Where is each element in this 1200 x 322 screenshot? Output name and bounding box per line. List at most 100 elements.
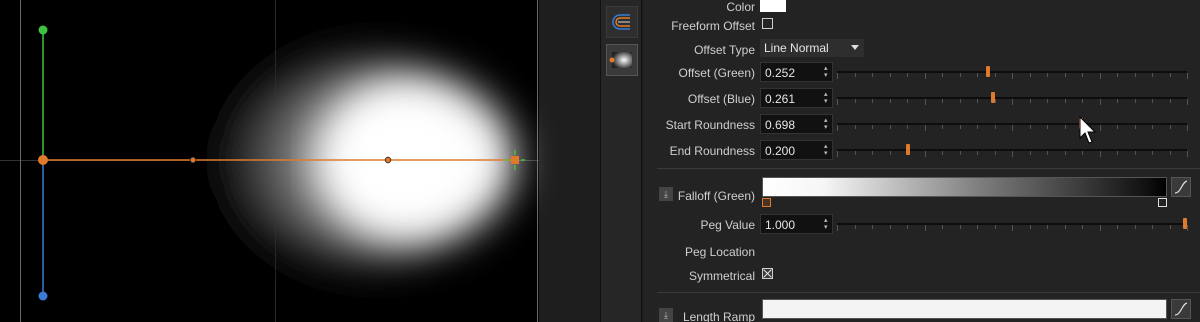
slider-tick <box>907 225 908 229</box>
offset-green-label: Offset (Green) <box>678 66 755 80</box>
slider-thumb[interactable] <box>1183 218 1187 229</box>
slider-tick <box>1170 125 1171 129</box>
slider-tick <box>1100 151 1101 157</box>
slider-thumb[interactable] <box>906 144 910 155</box>
end-point-handle[interactable] <box>511 156 519 164</box>
slider-tick <box>1012 125 1013 131</box>
peg-value-value: 1.000 <box>765 218 796 232</box>
slider-tick <box>1187 73 1188 79</box>
spinner-icon[interactable]: ▴ ▾ <box>824 117 828 131</box>
mouse-cursor-icon <box>1079 116 1097 144</box>
start-roundness-field[interactable]: 0.698 ▴ ▾ <box>760 114 833 134</box>
properties-panel: Color Freeform Offset Offset Type Line N… <box>643 0 1200 322</box>
freeform-offset-checkbox[interactable] <box>762 18 773 29</box>
blue-axis-handle[interactable] <box>38 291 48 301</box>
slider-tick <box>1152 99 1153 103</box>
slider-tick <box>1170 73 1171 77</box>
end-roundness-handle[interactable] <box>384 156 392 164</box>
slider-tick <box>837 151 838 157</box>
offset-green-slider[interactable] <box>837 66 1188 79</box>
slider-tick <box>1170 225 1171 229</box>
slider-tick <box>1030 125 1031 129</box>
curve-icon <box>1174 302 1188 316</box>
slider-tick <box>925 225 926 231</box>
end-roundness-slider[interactable] <box>837 144 1188 157</box>
slider-tick <box>1187 125 1188 131</box>
viewer-canvas[interactable] <box>0 0 600 322</box>
symmetrical-checkbox[interactable] <box>762 268 773 279</box>
slider-tick <box>1152 151 1153 155</box>
length-ramp-bar[interactable] <box>762 299 1167 319</box>
slider-tick <box>1065 73 1066 77</box>
offset-type-value: Line Normal <box>764 41 829 55</box>
slider-tick <box>1100 225 1101 231</box>
shape-tool-button[interactable] <box>606 6 638 38</box>
origin-handle[interactable] <box>38 155 48 165</box>
slider-tick <box>977 99 978 103</box>
gradient-tool-button[interactable] <box>606 44 638 76</box>
slider-tick <box>942 125 943 129</box>
peg-value-field[interactable]: 1.000 ▴ ▾ <box>760 214 833 234</box>
offset-blue-slider[interactable] <box>837 92 1188 105</box>
slider-tick <box>1012 225 1013 231</box>
peg-location-row: Peg Location <box>643 241 1200 263</box>
start-roundness-label: Start Roundness <box>665 118 755 132</box>
start-roundness-value: 0.698 <box>765 118 796 132</box>
slider-thumb[interactable] <box>991 92 995 103</box>
spinner-icon[interactable]: ▴ ▾ <box>824 143 828 157</box>
falloff-green-label: Falloff (Green) <box>677 189 755 203</box>
green-axis-handle[interactable] <box>38 25 48 35</box>
slider-tick <box>1152 225 1153 229</box>
start-roundness-slider[interactable] <box>837 118 1188 131</box>
slider-tick <box>1065 99 1066 103</box>
slider-tick <box>837 73 838 79</box>
slider-tick <box>1135 125 1136 129</box>
slider-tick <box>1170 151 1171 155</box>
offset-green-field[interactable]: 0.252 ▴ ▾ <box>760 62 833 82</box>
slider-tick <box>1065 151 1066 155</box>
slider-tick <box>1135 73 1136 77</box>
shape-tool-icon <box>612 14 630 30</box>
slider-thumb[interactable] <box>986 66 990 77</box>
slider-tick <box>1047 125 1048 129</box>
color-swatch[interactable] <box>760 0 786 12</box>
slider-tick <box>925 125 926 131</box>
slider-tick <box>1100 99 1101 105</box>
offset-type-dropdown[interactable]: Line Normal <box>760 39 864 57</box>
slider-tick <box>960 99 961 103</box>
falloff-green-ramp[interactable] <box>762 177 1167 197</box>
collapse-arrow-icon[interactable]: ⤓ <box>659 308 673 322</box>
slider-tick <box>907 73 908 77</box>
start-roundness-handle[interactable] <box>189 156 197 164</box>
slider-tick <box>942 99 943 103</box>
slider-tick <box>907 99 908 103</box>
freeform-offset-row: Freeform Offset <box>643 15 1200 37</box>
slider-tick <box>960 125 961 129</box>
slider-tick <box>925 73 926 79</box>
slider-tick <box>1082 99 1083 103</box>
curve-editor-button[interactable] <box>1171 177 1191 197</box>
slider-tick <box>1012 99 1013 105</box>
slider-tick <box>872 225 873 229</box>
curve-editor-button[interactable] <box>1171 299 1191 319</box>
slider-tick <box>925 151 926 157</box>
freeform-offset-label: Freeform Offset <box>671 19 755 33</box>
falloff-end-peg[interactable] <box>1158 198 1167 207</box>
slider-tick <box>855 73 856 77</box>
spinner-icon[interactable]: ▴ ▾ <box>824 91 828 105</box>
spinner-icon[interactable]: ▴ ▾ <box>824 65 828 79</box>
slider-tick <box>1135 225 1136 229</box>
end-roundness-field[interactable]: 0.200 ▴ ▾ <box>760 140 833 160</box>
spinner-icon[interactable]: ▴ ▾ <box>824 217 828 231</box>
slider-tick <box>925 99 926 105</box>
offset-blue-field[interactable]: 0.261 ▴ ▾ <box>760 88 833 108</box>
slider-tick <box>855 125 856 129</box>
falloff-start-peg[interactable] <box>762 198 771 207</box>
slider-tick <box>1170 99 1171 103</box>
peg-value-slider[interactable] <box>837 218 1188 231</box>
slider-tick <box>960 73 961 77</box>
slider-tick <box>890 225 891 229</box>
slider-tick <box>837 225 838 231</box>
collapse-arrow-icon[interactable]: ⤓ <box>659 187 673 201</box>
slider-tick <box>960 151 961 155</box>
